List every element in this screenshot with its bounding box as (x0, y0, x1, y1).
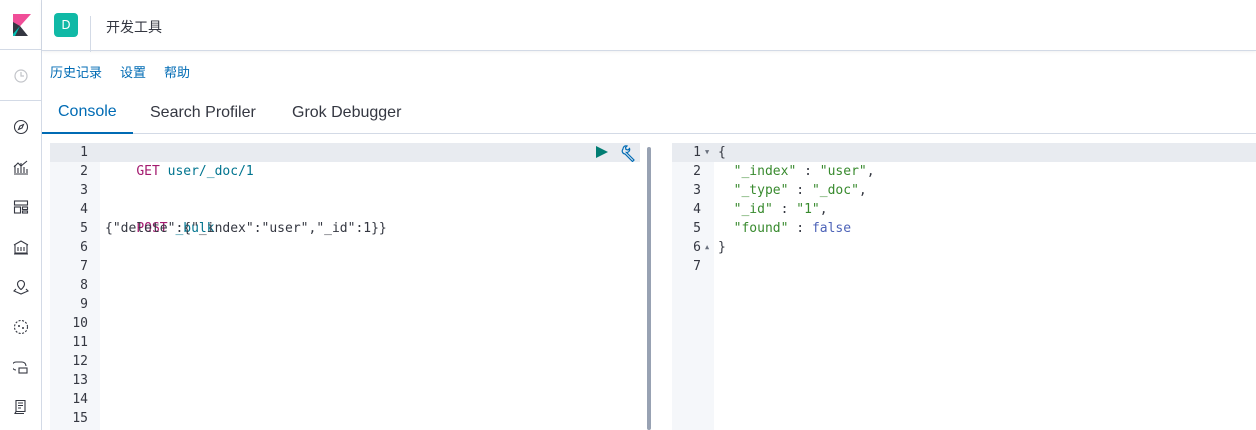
active-line-highlight (672, 143, 1256, 162)
maps-icon (13, 279, 29, 295)
help-link[interactable]: 帮助 (164, 62, 190, 81)
fold-caret-down-icon[interactable]: ▼ (705, 148, 709, 156)
response-line-3: "_type" : "_doc", (718, 183, 867, 198)
line-number: 6 (693, 240, 701, 255)
line-number: 12 (72, 354, 88, 369)
kibana-logo[interactable] (0, 0, 42, 50)
run-button[interactable] (595, 144, 609, 160)
line-number: 14 (72, 392, 88, 407)
tab-search-profiler[interactable]: Search Profiler (134, 92, 272, 134)
line-number: 7 (80, 259, 88, 274)
canvas-nav-button[interactable] (7, 233, 35, 261)
line-number: 2 (693, 164, 701, 179)
request-line-1: GET user/_doc/1 (105, 143, 253, 179)
ml-nav-button[interactable] (7, 313, 35, 341)
line-number: 5 (80, 221, 88, 236)
space-avatar[interactable]: D (54, 13, 78, 37)
request-line-4: POST _bulk (105, 200, 214, 236)
response-line-2: "_index" : "user", (718, 164, 875, 179)
dashboard-nav-button[interactable] (7, 193, 35, 221)
recently-viewed-button[interactable] (7, 62, 35, 90)
devtools-tabs: Console Search Profiler Grok Debugger (42, 92, 1256, 134)
line-number: 7 (693, 259, 701, 274)
logs-nav-button[interactable] (7, 393, 35, 421)
request-editor[interactable]: 1 2 3 4 5 6 7 8 9 10 11 12 13 14 15 GET user/_doc/1 PO… (50, 143, 640, 430)
dashboard-icon (13, 200, 29, 214)
request-path: user/_doc/1 (159, 164, 254, 179)
response-line-6: } (718, 240, 726, 255)
visualize-icon (13, 160, 28, 175)
app-header: D 开发工具 (42, 0, 1256, 52)
line-number: 4 (693, 202, 701, 217)
visualize-nav-button[interactable] (7, 153, 35, 181)
compass-icon (13, 119, 29, 135)
line-number: 1 (80, 145, 88, 160)
line-number: 3 (693, 183, 701, 198)
clock-icon (14, 69, 28, 83)
line-number: 1 (693, 145, 701, 160)
side-nav (0, 0, 42, 430)
editor-resizer[interactable] (647, 147, 651, 430)
console-menu: 历史记录 设置 帮助 (50, 62, 190, 81)
line-number: 6 (80, 240, 88, 255)
tab-grok-debugger[interactable]: Grok Debugger (276, 92, 417, 134)
response-line-4: "_id" : "1", (718, 202, 828, 217)
line-number: 11 (72, 335, 88, 350)
response-line-1: { (718, 145, 726, 160)
line-number: 5 (693, 221, 701, 236)
line-number: 4 (80, 202, 88, 217)
rail-divider (0, 100, 42, 101)
line-number: 2 (80, 164, 88, 179)
canvas-icon (13, 240, 29, 255)
logs-icon (14, 399, 26, 415)
ml-icon (13, 319, 29, 335)
request-settings-button[interactable] (620, 144, 638, 163)
line-number: 9 (80, 297, 88, 312)
maps-nav-button[interactable] (7, 273, 35, 301)
play-icon (596, 146, 608, 158)
header-divider (90, 16, 91, 52)
settings-link[interactable]: 设置 (120, 62, 146, 81)
request-line-5: {"delete":{"_index":"user","_id":1}} (105, 221, 387, 236)
fold-caret-up-icon[interactable]: ▲ (705, 243, 709, 251)
response-output: 1 2 3 4 5 6 7 ▼ ▲ { "_index" : "user", "_type"… (672, 143, 1256, 430)
infra-nav-button[interactable] (7, 353, 35, 381)
line-number: 8 (80, 278, 88, 293)
tab-console[interactable]: Console (42, 92, 133, 134)
wrench-icon (621, 145, 635, 163)
discover-nav-button[interactable] (7, 113, 35, 141)
line-number: 10 (72, 316, 88, 331)
line-number: 3 (80, 183, 88, 198)
line-number: 13 (72, 373, 88, 388)
kibana-logo-icon (13, 13, 31, 36)
infra-icon (13, 361, 28, 374)
page-title: 开发工具 (106, 20, 162, 36)
line-number: 15 (72, 411, 88, 426)
request-method: GET (136, 164, 160, 179)
history-link[interactable]: 历史记录 (50, 62, 102, 81)
response-line-5: "found" : false (718, 221, 852, 236)
